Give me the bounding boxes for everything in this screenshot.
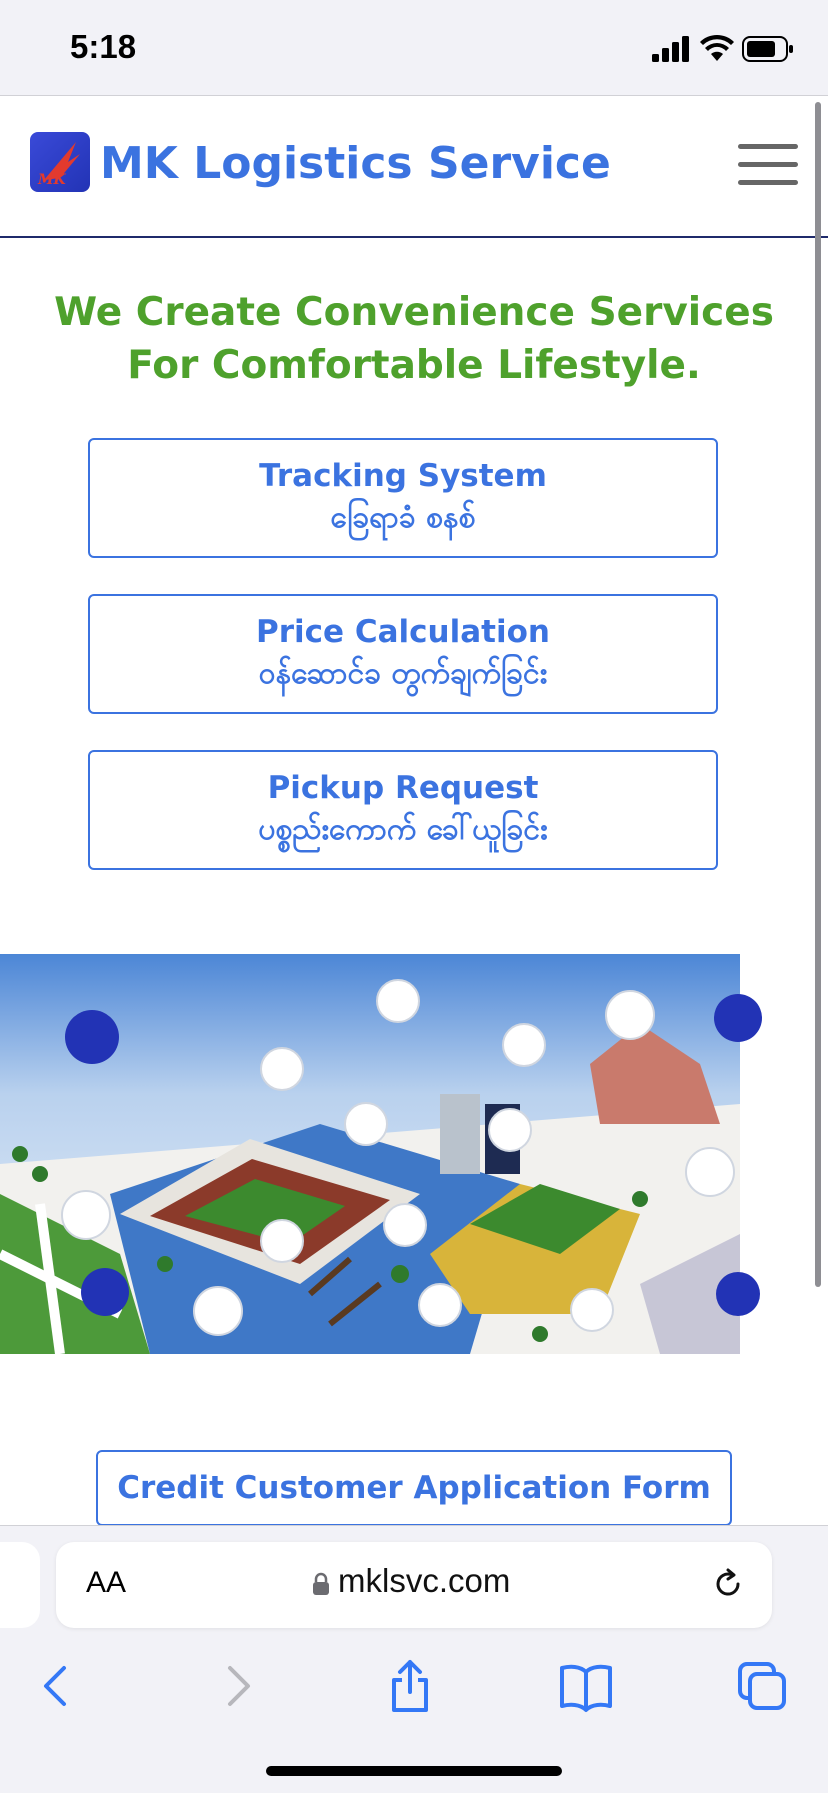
cellular-signal-icon	[652, 36, 689, 62]
status-bar: 5:18	[0, 0, 828, 96]
button-label-my: ဝန်ဆောင်ခ တွက်ချက်ခြင်း	[258, 656, 548, 691]
share-icon[interactable]	[380, 1656, 440, 1716]
site-title[interactable]: MK Logistics Service	[100, 138, 611, 189]
home-indicator[interactable]	[266, 1766, 562, 1776]
site-header: MK MK Logistics Service	[0, 96, 828, 238]
menu-line	[738, 180, 798, 185]
tabs-icon[interactable]	[732, 1656, 792, 1716]
wifi-icon	[700, 34, 734, 61]
price-calculation-button[interactable]: Price Calculation ဝန်ဆောင်ခ တွက်ချက်ခြင်…	[88, 594, 718, 714]
text-size-label: AA	[86, 1566, 127, 1599]
button-label-en: Price Calculation	[256, 614, 550, 650]
logo-text: MK	[37, 172, 66, 188]
text-size-button[interactable]: AA	[86, 1566, 126, 1600]
address-bar[interactable]: AA mklsvc.com	[56, 1542, 772, 1628]
button-label-en: Tracking System	[259, 458, 547, 494]
button-label-my: ပစ္စည်းကောက် ခေါ်ယူခြင်း	[258, 812, 548, 847]
hamburger-menu-button[interactable]	[738, 144, 798, 185]
back-arrow-icon[interactable]	[28, 1656, 88, 1716]
battery-icon	[742, 36, 793, 62]
forward-arrow-icon[interactable]	[206, 1656, 266, 1716]
tracking-system-button[interactable]: Tracking System ခြေရာခံ စနစ်	[88, 438, 718, 558]
status-time: 5:18	[70, 28, 137, 65]
menu-line	[738, 144, 798, 149]
credit-customer-application-button[interactable]: Credit Customer Application Form	[96, 1450, 732, 1526]
reload-icon[interactable]	[710, 1566, 746, 1602]
pickup-request-button[interactable]: Pickup Request ပစ္စည်းကောက် ခေါ်ယူခြင်း	[88, 750, 718, 870]
smart-city-illustration	[0, 954, 828, 1354]
lock-icon	[313, 1572, 329, 1595]
bookmarks-icon[interactable]	[556, 1656, 616, 1716]
button-label-my: ခြေရာခံ စနစ်	[330, 500, 476, 535]
previous-tab-preview[interactable]	[0, 1542, 40, 1628]
button-label-en: Pickup Request	[267, 770, 539, 806]
url-text: mklsvc.com	[338, 1562, 511, 1599]
logo-bird-icon: MK	[37, 142, 80, 188]
hero-headline: We Create Convenience Services For Comfo…	[54, 290, 774, 388]
mk-logo[interactable]: MK	[30, 132, 90, 192]
browser-toolbar: AA mklsvc.com	[0, 1525, 828, 1793]
menu-line	[738, 162, 798, 167]
